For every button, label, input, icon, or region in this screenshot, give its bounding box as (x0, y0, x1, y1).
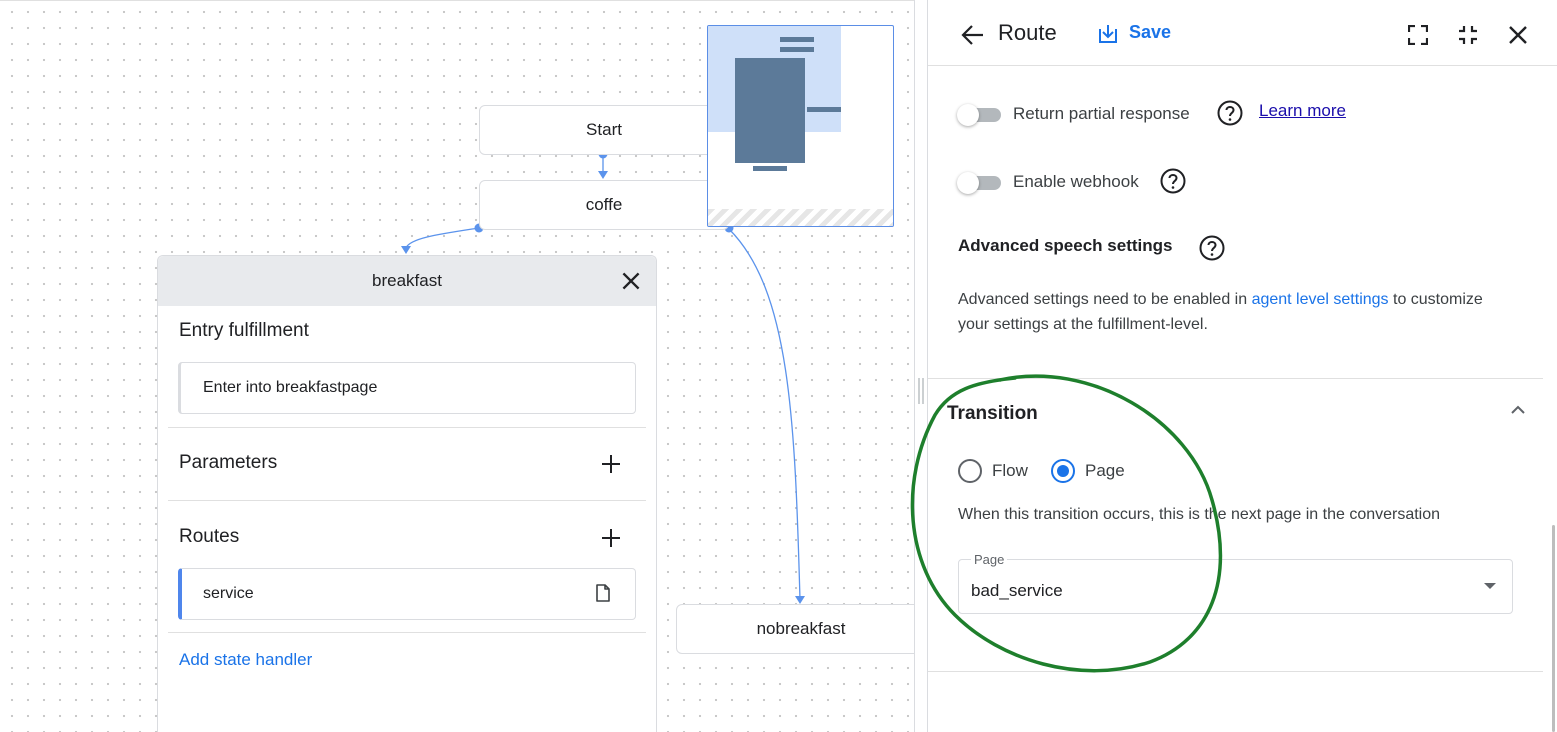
arrow-back-icon[interactable] (961, 24, 985, 46)
minimap-block (780, 37, 814, 42)
save-button[interactable]: Save (1129, 22, 1171, 43)
flow-canvas[interactable]: Start coffe nobreakfast breakfast Entry … (0, 0, 915, 732)
routes-title: Routes (179, 526, 240, 547)
entry-fulfillment-value: Enter into breakfastpage (203, 379, 378, 396)
divider (928, 671, 1543, 672)
page-select[interactable]: Page bad_service (958, 552, 1513, 614)
return-partial-response-toggle[interactable] (957, 103, 1003, 127)
divider (168, 427, 646, 428)
parameters-section: Parameters (168, 452, 646, 474)
page-panel-title: breakfast (372, 271, 442, 290)
close-icon[interactable] (618, 268, 644, 294)
advanced-speech-settings-title: Advanced speech settings (958, 236, 1173, 255)
collapse-icon[interactable] (1458, 25, 1478, 45)
route-panel-header: Route Save (928, 0, 1557, 66)
radio-flow-label: Flow (992, 461, 1028, 480)
save-icon[interactable] (1099, 24, 1117, 43)
minimap-block (735, 58, 805, 163)
node-start[interactable]: Start (479, 105, 729, 155)
enable-webhook-toggle[interactable] (957, 171, 1003, 195)
minimap-block (780, 47, 814, 52)
agent-level-settings-link[interactable]: agent level settings (1252, 291, 1389, 308)
route-panel-title: Route (998, 20, 1057, 45)
radio-page-label: Page (1085, 461, 1125, 480)
divider (168, 500, 646, 501)
minimap[interactable] (707, 25, 894, 227)
page-select-value: bad_service (971, 581, 1063, 600)
add-route-plus-icon[interactable] (601, 528, 621, 548)
radio-page[interactable] (1050, 458, 1076, 484)
minimap-block (807, 107, 841, 112)
learn-more-link[interactable]: Learn more (1259, 101, 1346, 121)
page-panel-header: breakfast (158, 256, 656, 306)
page-panel-breakfast: breakfast Entry fulfillment Enter into b… (157, 255, 657, 732)
minimap-block (753, 166, 787, 171)
node-coffe[interactable]: coffe (479, 180, 729, 230)
transition-title: Transition (947, 403, 1038, 424)
route-item-label: service (203, 585, 254, 602)
add-state-handler-link[interactable]: Add state handler (179, 650, 312, 670)
node-nobreakfast[interactable]: nobreakfast (676, 604, 915, 654)
help-icon[interactable] (1160, 168, 1186, 194)
help-icon[interactable] (1199, 235, 1225, 261)
dropdown-arrow-icon[interactable] (1484, 583, 1496, 589)
advanced-settings-description: Advanced settings need to be enabled in … (958, 287, 1518, 337)
help-icon[interactable] (1217, 100, 1243, 126)
panel-resize-handle[interactable] (914, 0, 928, 732)
document-icon (596, 584, 610, 602)
fullscreen-icon[interactable] (1408, 25, 1428, 45)
entry-fulfillment-section: Entry fulfillment (168, 320, 646, 342)
divider (928, 378, 1543, 379)
chevron-up-icon[interactable] (1510, 405, 1526, 415)
edge-coffe-breakfast (405, 227, 480, 249)
enable-webhook-label: Enable webhook (1013, 172, 1139, 191)
add-parameter-plus-icon[interactable] (601, 454, 621, 474)
edge-coffe-nobreakfast (728, 228, 801, 601)
minimap-hatch (708, 209, 893, 226)
close-icon[interactable] (1508, 25, 1528, 45)
transition-description: When this transition occurs, this is the… (958, 506, 1441, 523)
entry-fulfillment-item[interactable]: Enter into breakfastpage (178, 362, 636, 414)
route-panel: Route Save Return partial response Learn… (928, 0, 1557, 732)
divider (168, 632, 646, 633)
routes-section: Routes (168, 526, 646, 548)
entry-fulfillment-title: Entry fulfillment (179, 320, 309, 341)
drag-handle-icon[interactable] (918, 378, 924, 404)
advanced-text-before: Advanced settings need to be enabled in (958, 291, 1252, 308)
node-nobreakfast-label: nobreakfast (756, 619, 846, 638)
parameters-title: Parameters (179, 452, 278, 473)
page-select-label: Page (971, 552, 1008, 567)
node-start-label: Start (586, 120, 622, 139)
route-item-service[interactable]: service (178, 568, 636, 620)
node-coffe-label: coffe (585, 195, 623, 214)
radio-flow[interactable] (957, 458, 983, 484)
scrollbar[interactable] (1552, 525, 1555, 732)
return-partial-response-label: Return partial response (1013, 104, 1190, 123)
